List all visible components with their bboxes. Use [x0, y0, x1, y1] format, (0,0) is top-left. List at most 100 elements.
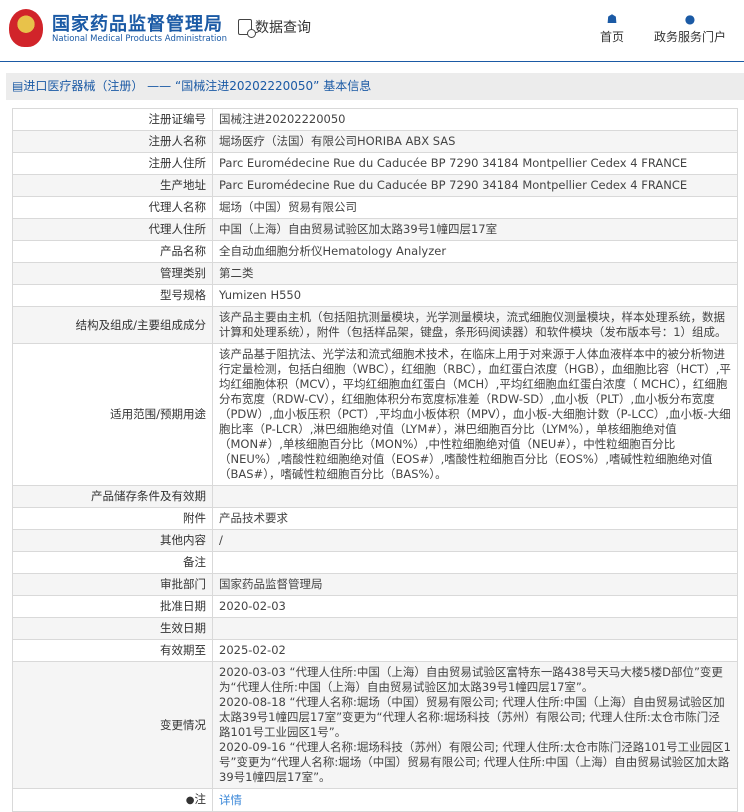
change-entry: 2020-08-18 “代理人名称:堀场（中国）贸易有限公司; 代理人住所:中国… — [219, 695, 725, 739]
value-text: 2025-02-02 — [219, 643, 286, 657]
row-value: 2020-02-03 — [212, 595, 738, 618]
table-row: 生产地址 Parc Euromédecine Rue du Caducée BP … — [12, 174, 738, 197]
row-value — [212, 551, 738, 574]
note-label: 注 — [194, 792, 207, 806]
home-icon: ☗ — [606, 12, 618, 26]
row-label: 其他内容 — [12, 529, 213, 552]
row-label: 备注 — [12, 551, 213, 574]
row-value — [212, 485, 738, 508]
table-row: 适用范围/预期用途 该产品基于阻抗法、光学法和流式细胞术技术，在临床上用于对来源于… — [12, 343, 738, 486]
row-value: 堀场（中国）贸易有限公司 — [212, 196, 738, 219]
value-text: 产品技术要求 — [219, 511, 288, 525]
row-value: Yumizen H550 — [212, 284, 738, 307]
row-label: 批准日期 — [12, 595, 213, 618]
change-entry: 2020-09-16 “代理人名称:堀场科技（苏州）有限公司; 代理人住所:太仓… — [219, 740, 731, 784]
row-value: 2025-02-02 — [212, 639, 738, 662]
row-label: 注册人名称 — [12, 130, 213, 153]
table-row: 注册人住所 Parc Euromédecine Rue du Caducée BP… — [12, 152, 738, 175]
table-row: 产品名称 全自动血细胞分析仪Hematology Analyzer — [12, 240, 738, 263]
logo-title[interactable]: 国家药品监督管理局 — [52, 10, 223, 36]
page-title: ▤进口医疗器械（注册） —— “国械注进20202220050” 基本信息 — [6, 73, 744, 100]
value-text: 堀场（中国）贸易有限公司 — [219, 200, 357, 214]
table-row: ●注 详情 — [12, 788, 738, 812]
row-label: ●注 — [12, 788, 213, 812]
row-value: 中国（上海）自由贸易试验区加太路39号1幢四层17室 — [212, 218, 738, 241]
value-text: 2020-02-03 — [219, 599, 286, 613]
table-row: 产品储存条件及有效期 — [12, 485, 738, 508]
table-row: 代理人名称 堀场（中国）贸易有限公司 — [12, 196, 738, 219]
row-value: 2020-03-03 “代理人住所:中国（上海）自由贸易试验区富特东一路438号… — [212, 661, 738, 789]
row-value: 国家药品监督管理局 — [212, 573, 738, 596]
value-text: 中国（上海）自由贸易试验区加太路39号1幢四层17室 — [219, 222, 498, 236]
row-value: / — [212, 529, 738, 552]
value-text: 全自动血细胞分析仪Hematology Analyzer — [219, 244, 447, 258]
page-title-text: 进口医疗器械（注册） —— “国械注进20202220050” 基本信息 — [23, 79, 372, 93]
table-row: 型号规格 Yumizen H550 — [12, 284, 738, 307]
info-table: 注册证编号 国械注进20202220050 注册人名称 堀场医疗（法国）有限公司HOR… — [12, 108, 738, 812]
value-text: 国械注进20202220050 — [219, 112, 346, 126]
row-value: 该产品主要由主机（包括阻抗测量模块，光学测量模块，流式细胞仪测量模块，样本处理系… — [212, 306, 738, 344]
table-row: 变更情况 2020-03-03 “代理人住所:中国（上海）自由贸易试验区富特东一路… — [12, 661, 738, 789]
row-label: 产品储存条件及有效期 — [12, 485, 213, 508]
table-row: 有效期至 2025-02-02 — [12, 639, 738, 662]
data-query-heading: 数据查询 — [238, 17, 311, 38]
row-label: 变更情况 — [12, 661, 213, 789]
row-label: 适用范围/预期用途 — [12, 343, 213, 486]
table-row: 其他内容 / — [12, 529, 738, 552]
row-value: 产品技术要求 — [212, 507, 738, 530]
details-link[interactable]: 详情 — [219, 793, 242, 807]
row-label: 代理人住所 — [12, 218, 213, 241]
row-label: 注册证编号 — [12, 108, 213, 131]
row-label: 型号规格 — [12, 284, 213, 307]
value-text: / — [219, 533, 223, 547]
row-value: 该产品基于阻抗法、光学法和流式细胞术技术，在临床上用于对来源于人体血液样本中的被… — [212, 343, 738, 486]
logo-subtitle: National Medical Products Administration — [52, 34, 227, 44]
value-text: 该产品主要由主机（包括阻抗测量模块，光学测量模块，流式细胞仪测量模块，样本处理系… — [219, 310, 727, 339]
row-value: Parc Euromédecine Rue du Caducée BP 7290… — [212, 174, 738, 197]
row-label: 代理人名称 — [12, 196, 213, 219]
value-text: 堀场医疗（法国）有限公司HORIBA ABX SAS — [219, 134, 456, 148]
row-value: 第二类 — [212, 262, 738, 285]
row-label: 附件 — [12, 507, 213, 530]
value-text: Parc Euromédecine Rue du Caducée BP 7290… — [219, 178, 688, 192]
row-label: 有效期至 — [12, 639, 213, 662]
value-text: 该产品基于阻抗法、光学法和流式细胞术技术，在临床上用于对来源于人体血液样本中的被… — [219, 347, 731, 481]
table-row: 附件 产品技术要求 — [12, 507, 738, 530]
nav-home-label: 首页 — [600, 30, 625, 44]
row-value: 堀场医疗（法国）有限公司HORIBA ABX SAS — [212, 130, 738, 153]
change-entry: 2020-03-03 “代理人住所:中国（上海）自由贸易试验区富特东一路438号… — [219, 665, 723, 694]
row-value: Parc Euromédecine Rue du Caducée BP 7290… — [212, 152, 738, 175]
nav-portal-label: 政务服务门户 — [654, 30, 727, 44]
table-row: 备注 — [12, 551, 738, 574]
table-row: 审批部门 国家药品监督管理局 — [12, 573, 738, 596]
value-text: Parc Euromédecine Rue du Caducée BP 7290… — [219, 156, 688, 170]
row-value: 国械注进20202220050 — [212, 108, 738, 131]
nav-home[interactable]: ☗ 首页 — [600, 12, 624, 45]
table-row: 管理类别 第二类 — [12, 262, 738, 285]
table-row: 批准日期 2020-02-03 — [12, 595, 738, 618]
row-label: 结构及组成/主要组成成分 — [12, 306, 213, 344]
value-text: 第二类 — [219, 266, 254, 280]
table-row: 结构及组成/主要组成成分 该产品主要由主机（包括阻抗测量模块，光学测量模块，流式细… — [12, 306, 738, 344]
row-label: 审批部门 — [12, 573, 213, 596]
site-header: 国家药品监督管理局 National Medical Products Admi… — [0, 0, 744, 62]
table-row: 注册证编号 国械注进20202220050 — [12, 108, 738, 131]
row-value — [212, 617, 738, 640]
table-row: 注册人名称 堀场医疗（法国）有限公司HORIBA ABX SAS — [12, 130, 738, 153]
document-search-icon — [238, 19, 256, 38]
document-icon: ▤ — [12, 79, 24, 93]
row-value: 详情 — [212, 788, 738, 812]
row-label: 管理类别 — [12, 262, 213, 285]
row-label: 生产地址 — [12, 174, 213, 197]
table-row: 生效日期 — [12, 617, 738, 640]
table-row: 代理人住所 中国（上海）自由贸易试验区加太路39号1幢四层17室 — [12, 218, 738, 241]
user-icon: ● — [684, 12, 696, 26]
row-label: 生效日期 — [12, 617, 213, 640]
data-query-label: 数据查询 — [255, 20, 311, 36]
row-label: 产品名称 — [12, 240, 213, 263]
nav-service-portal[interactable]: ● 政务服务门户 — [654, 12, 726, 45]
row-label: 注册人住所 — [12, 152, 213, 175]
value-text: Yumizen H550 — [219, 288, 302, 302]
national-emblem-logo — [9, 9, 43, 47]
row-value: 全自动血细胞分析仪Hematology Analyzer — [212, 240, 738, 263]
